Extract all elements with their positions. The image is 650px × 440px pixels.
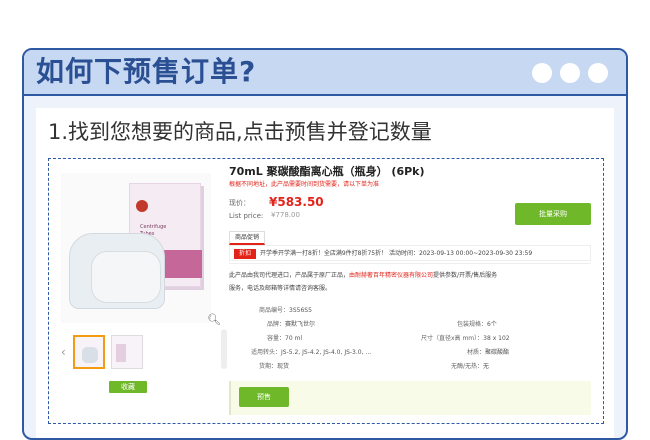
- desc-line2: 服务，电话及邮箱等详情请咨询客服。: [229, 285, 332, 292]
- tab-promotions[interactable]: 商品促销: [229, 231, 265, 245]
- spec-item: 包装规格：6个: [457, 321, 497, 328]
- presale-button[interactable]: 预售: [239, 387, 289, 407]
- content-panel: 1.找到您想要的商品,点击预售并登记数量 CentrifugeTubes 🔍︎ …: [36, 108, 614, 438]
- spec-item: 容量：70 ml: [267, 335, 303, 342]
- spec-item: 尺寸（直径x高 mm）：38 x 102: [421, 335, 510, 342]
- dot-icon: [560, 63, 580, 83]
- bulk-purchase-button[interactable]: 批量采购: [515, 203, 591, 225]
- spec-item: 适用转头：JS-5.2, JS-4.2, JS-4.0, JS-3.0, ...: [251, 349, 372, 356]
- header-dots: [532, 63, 608, 83]
- promo-text-b: 活动时间：2023-09-13 00:00~2023-09-30 23:59: [389, 250, 533, 257]
- card-header: 如何下预售订单?: [24, 50, 626, 96]
- zoom-icon[interactable]: 🔍︎: [207, 313, 221, 326]
- price-label: 现价：: [229, 199, 250, 207]
- spec-item: 品牌：赛默飞世尔: [267, 321, 316, 328]
- brand-logo-icon: [136, 200, 148, 212]
- info-card: 如何下预售订单? 1.找到您想要的商品,点击预售并登记数量 Centrifuge…: [22, 48, 628, 440]
- scroll-handle[interactable]: [221, 329, 227, 369]
- chevron-left-icon[interactable]: ‹: [61, 345, 66, 359]
- thumb-image: [116, 344, 126, 362]
- page-title: 如何下预售订单?: [36, 55, 257, 88]
- desc-line1: 此产品由我司代理进口，产品属于原厂正品，: [229, 272, 350, 279]
- list-price-label: List price:: [229, 212, 264, 220]
- promo-text: 开学季开学满一打8折！全店满9件打8折75折！ 活动时间：2023-09-13 …: [260, 249, 532, 259]
- spec-item: 材质：聚碳酸酯: [467, 349, 510, 356]
- spec-item: 无酶/无热：无: [451, 363, 490, 370]
- product-image: CentrifugeTubes: [61, 173, 211, 323]
- order-bar: 预售: [229, 381, 591, 415]
- thumbnail[interactable]: [73, 335, 105, 369]
- bag-image: [91, 251, 161, 303]
- spec-item: 商品编号：3S56S5: [259, 307, 312, 314]
- divider: [229, 263, 591, 264]
- step-instruction: 1.找到您想要的商品,点击预售并登记数量: [48, 120, 432, 144]
- product-description: 此产品由我司代理进口，产品属于原厂正品，由耐赫奢百年精密仪器有限公司提供参数/开…: [229, 269, 591, 295]
- collect-button[interactable]: 收藏: [109, 381, 147, 393]
- thumb-image: [82, 347, 98, 363]
- product-title: 70mL 聚碳酸酯离心瓶（瓶身） (6Pk): [229, 165, 425, 178]
- desc-line1-tail: 提供参数/开票/售后服务: [433, 272, 498, 279]
- thumbnail-strip: ‹: [59, 331, 219, 381]
- spec-item: 货期：现货: [259, 363, 290, 370]
- list-price-value: ¥778.00: [271, 211, 300, 219]
- thumbnail[interactable]: [111, 335, 143, 369]
- promo-row: 折扣 开学季开学满一打8折！全店满9件打8折75折！ 活动时间：2023-09-…: [229, 245, 591, 261]
- price-value: ¥583.50: [269, 195, 324, 209]
- promo-text-a: 开学季开学满一打8折！全店满9件打8折75折！: [260, 250, 388, 257]
- promo-tag: 折扣: [234, 249, 256, 259]
- desc-line1-red: 由耐赫奢百年精密仪器有限公司: [349, 272, 434, 279]
- dot-icon: [532, 63, 552, 83]
- dot-icon: [588, 63, 608, 83]
- screenshot-frame: CentrifugeTubes 🔍︎ ‹ 收藏 70mL 聚碳酸酯离心瓶（瓶身）…: [48, 158, 604, 424]
- product-note: 根据不同地址，此产品需要时间到货需要，请以下单为准: [229, 181, 380, 188]
